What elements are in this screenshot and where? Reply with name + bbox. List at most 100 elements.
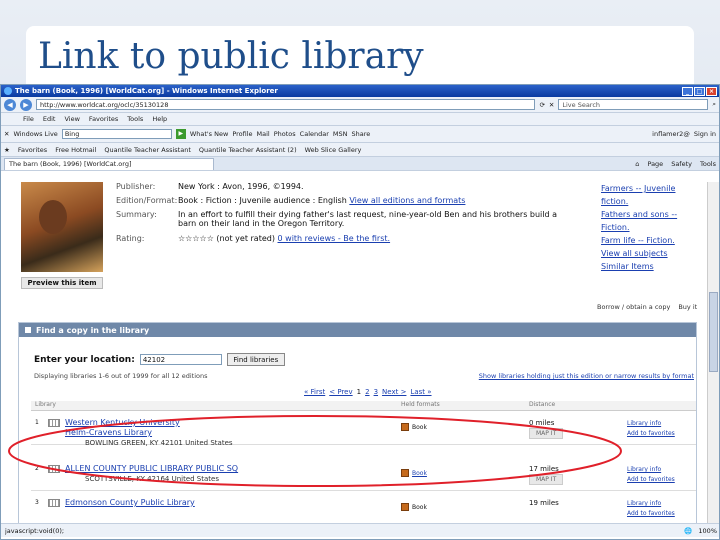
subject-link[interactable]: Fathers and sons -- Fiction. — [601, 208, 701, 234]
favorite-hotmail[interactable]: Free Hotmail — [55, 146, 96, 154]
favorite-quantile-1[interactable]: Quantile Teacher Assistant — [104, 146, 190, 154]
pager-prev[interactable]: < Prev — [329, 388, 352, 396]
favorites-star-icon[interactable]: ★ — [4, 146, 10, 154]
window-titlebar: The barn (Book, 1996) [WorldCat.org] - W… — [1, 85, 719, 97]
library-info-link[interactable]: Library info — [627, 465, 675, 475]
maximize-icon[interactable]: □ — [694, 86, 705, 96]
map-it-button[interactable]: MAP IT — [529, 428, 564, 439]
panel-toggle-icon[interactable] — [25, 327, 31, 333]
home-icon[interactable]: ⌂ — [635, 160, 639, 168]
add-favorites-link[interactable]: Add to favorites — [627, 429, 675, 439]
map-it-button[interactable]: MAP IT — [529, 474, 564, 485]
toolbar-item-mail[interactable]: Mail — [257, 130, 270, 138]
close-icon[interactable]: × — [706, 86, 717, 96]
safety-menu[interactable]: Safety — [671, 160, 692, 168]
edition-filter-link[interactable]: Show libraries holding just this edition… — [479, 372, 694, 380]
library-sub-link[interactable]: Helm-Cravens Library — [65, 428, 233, 438]
view-editions-link[interactable]: View all editions and formats — [349, 196, 465, 205]
borrow-link[interactable]: Borrow / obtain a copy — [597, 303, 670, 311]
find-libraries-button[interactable]: Find libraries — [226, 353, 285, 366]
location-input[interactable]: 42102 — [139, 354, 222, 365]
toolbar-signin[interactable]: Sign in — [694, 130, 716, 138]
favorites-button[interactable]: Favorites — [18, 146, 47, 154]
toolbar-label: Windows Live — [13, 130, 58, 138]
library-name-link[interactable]: ALLEN COUNTY PUBLIC LIBRARY PUBLIC SQ — [65, 464, 238, 474]
toolbar-item-profile[interactable]: Profile — [232, 130, 252, 138]
menu-view[interactable]: View — [64, 115, 79, 123]
library-actions: Library info Add to favorites — [627, 419, 675, 439]
results-table-header: Library Held formats Distance — [31, 401, 696, 411]
toolbar-go-button[interactable]: ▶ — [175, 129, 186, 139]
minimize-icon[interactable]: _ — [682, 86, 693, 96]
format-cell: Book — [401, 469, 427, 477]
zoom-level[interactable]: 100% — [698, 527, 717, 535]
preview-item-button[interactable]: Preview this item — [21, 277, 103, 289]
toolbar-item-whats-new[interactable]: What's New — [190, 130, 229, 138]
menu-help[interactable]: Help — [152, 115, 167, 123]
reviews-link[interactable]: 0 with reviews - Be the first. — [278, 234, 391, 243]
toolbar-item-share[interactable]: Share — [352, 130, 371, 138]
pager-first[interactable]: « First — [304, 388, 325, 396]
library-name-link[interactable]: Western Kentucky University — [65, 418, 233, 428]
back-icon[interactable]: ◀ — [4, 98, 16, 111]
address-bar[interactable]: http://www.worldcat.org/oclc/35130128 — [36, 99, 536, 110]
page-menu[interactable]: Page — [647, 160, 663, 168]
location-label: Enter your location: — [34, 354, 135, 365]
add-favorites-link[interactable]: Add to favorites — [627, 475, 675, 485]
search-icon[interactable]: ⌕ — [712, 100, 716, 109]
forward-icon[interactable]: ▶ — [20, 98, 32, 111]
window-controls: _ □ × — [682, 86, 719, 96]
title-box: Link to public library — [26, 26, 694, 84]
close-toolbar-icon[interactable]: ✕ — [4, 130, 9, 138]
toolbar-item-photos[interactable]: Photos — [274, 130, 296, 138]
internet-zone-icon: 🌐 — [684, 526, 693, 535]
distance-cell: 19 miles — [529, 499, 559, 507]
address-row: ◀ ▶ http://www.worldcat.org/oclc/3513012… — [1, 97, 719, 113]
vertical-scrollbar[interactable] — [707, 182, 719, 523]
library-actions: Library info Add to favorites — [627, 465, 675, 485]
pager-2[interactable]: 2 — [365, 388, 369, 396]
refresh-icon[interactable]: ⟳ — [539, 101, 544, 109]
book-cover-image[interactable] — [21, 182, 103, 272]
toolbar-item-msn[interactable]: MSN — [333, 130, 348, 138]
favorite-web-slice[interactable]: Web Slice Gallery — [305, 146, 362, 154]
menu-tools[interactable]: Tools — [127, 115, 143, 123]
tools-menu[interactable]: Tools — [700, 160, 716, 168]
library-name-link[interactable]: Edmonson County Public Library — [65, 498, 195, 508]
window-title: The barn (Book, 1996) [WorldCat.org] - W… — [15, 87, 278, 95]
pager-next[interactable]: Next > — [382, 388, 406, 396]
search-input[interactable]: Live Search — [558, 99, 709, 110]
stop-icon[interactable]: ✕ — [549, 101, 554, 109]
favorite-quantile-2[interactable]: Quantile Teacher Assistant (2) — [199, 146, 297, 154]
subject-link[interactable]: Farm life -- Fiction. — [601, 234, 701, 247]
col-library[interactable]: Library — [35, 401, 56, 408]
record-details: Publisher: New York : Avon, 1996, ©1994.… — [116, 182, 576, 248]
library-info-link[interactable]: Library info — [627, 419, 675, 429]
pager-last[interactable]: Last » — [410, 388, 431, 396]
buy-link[interactable]: Buy it — [678, 303, 697, 311]
subjects-list: Farmers -- Juvenile fiction. Fathers and… — [601, 182, 701, 273]
toolbar-account[interactable]: inflamer2@ — [652, 130, 690, 138]
toolbar-search-input[interactable]: Bing — [61, 129, 172, 139]
library-info-link[interactable]: Library info — [627, 499, 675, 509]
building-icon — [48, 499, 60, 507]
location-row: Enter your location: 42102 Find librarie… — [34, 353, 285, 366]
slide-title: Link to public library — [38, 36, 424, 77]
rating-star-icon[interactable]: ☆☆☆☆☆ — [178, 234, 214, 243]
similar-items-link[interactable]: Similar Items — [601, 260, 701, 273]
view-all-subjects-link[interactable]: View all subjects — [601, 247, 701, 260]
col-distance[interactable]: Distance — [529, 401, 555, 408]
tab-worldcat[interactable]: The barn (Book, 1996) [WorldCat.org] — [4, 157, 214, 170]
status-url: javascript:void(0); — [5, 526, 65, 535]
add-favorites-link[interactable]: Add to favorites — [627, 509, 675, 519]
subject-link[interactable]: Farmers -- Juvenile fiction. — [601, 182, 701, 208]
menu-edit[interactable]: Edit — [43, 115, 56, 123]
pager-3[interactable]: 3 — [374, 388, 378, 396]
library-address: SCOTTSVILLE, KY 42164 United States — [85, 475, 219, 483]
scrollbar-thumb[interactable] — [709, 292, 718, 372]
distance-cell: 17 miles MAP IT — [529, 465, 564, 485]
toolbar-item-calendar[interactable]: Calendar — [300, 130, 329, 138]
results-summary: Displaying libraries 1-6 out of 1999 for… — [34, 372, 694, 380]
menu-file[interactable]: File — [23, 115, 34, 123]
menu-favorites[interactable]: Favorites — [89, 115, 118, 123]
